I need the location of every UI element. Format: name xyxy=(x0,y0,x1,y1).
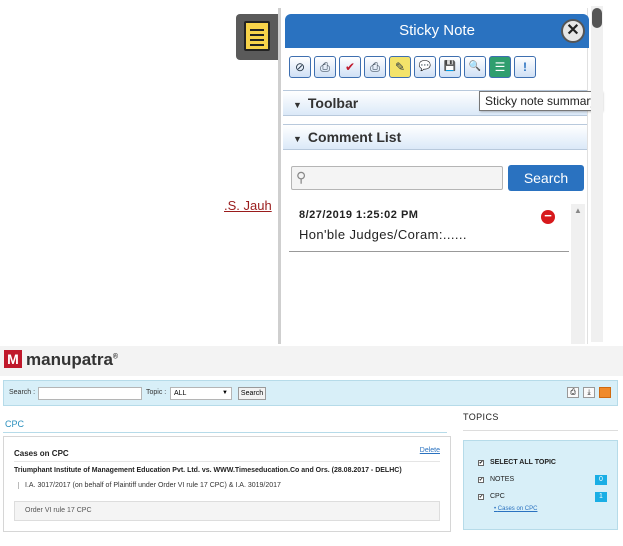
panel-header: Sticky Note ✕ xyxy=(285,14,589,48)
checkbox[interactable]: ✔ xyxy=(478,494,484,500)
comment-date: 8/27/2019 1:25:02 PM xyxy=(299,209,419,221)
save-icon[interactable]: 💾 xyxy=(439,56,461,78)
disable-icon[interactable]: ⊘ xyxy=(289,56,311,78)
background-link[interactable]: .S. Jauh xyxy=(224,198,272,213)
search-icon: ⚲ xyxy=(296,169,307,185)
chevron-down-icon: ▼ xyxy=(222,390,228,396)
topic-item-select-all[interactable]: ✔ SELECT ALL TOPIC xyxy=(478,459,556,466)
print-all-icon[interactable]: ⎙ xyxy=(364,56,386,78)
comment-item[interactable]: 8/27/2019 1:25:02 PM Hon'ble Judges/Cora… xyxy=(289,202,569,252)
case-tag: Order VI rule 17 CPC xyxy=(14,501,440,521)
highlight-icon[interactable]: ✎ xyxy=(389,56,411,78)
search-button[interactable]: Search xyxy=(508,165,584,191)
download-icon[interactable]: ⤓ xyxy=(583,387,595,398)
divider xyxy=(14,461,440,462)
divider xyxy=(463,430,618,431)
manupatra-logo-text: manupatra® xyxy=(26,350,119,369)
comment-scrollbar[interactable]: ▲ xyxy=(571,204,585,344)
comment-icon[interactable]: 💬 xyxy=(414,56,436,78)
topics-title: TOPICS xyxy=(463,412,499,422)
panel-title: Sticky Note xyxy=(399,22,475,39)
divider xyxy=(3,432,447,433)
topic-label: Topic : xyxy=(146,389,167,396)
summary-icon[interactable]: ☰ xyxy=(489,56,511,78)
delete-comment-icon[interactable]: − xyxy=(541,209,555,224)
case-card: Cases on CPC Delete Triumphant Institute… xyxy=(3,436,451,532)
topic-item-cpc[interactable]: ✔ CPC xyxy=(478,493,505,500)
scroll-up-icon[interactable]: ▲ xyxy=(574,206,582,215)
email-icon[interactable] xyxy=(599,387,611,398)
close-button[interactable]: ✕ xyxy=(561,19,585,43)
print-icon[interactable]: ⎙ xyxy=(314,56,336,78)
case-detail: I.A. 3017/2017 (on behalf of Plaintiff u… xyxy=(18,482,281,489)
topic-select[interactable]: ALL ▼ xyxy=(170,387,232,400)
topic-sub-link[interactable]: • Cases on CPC xyxy=(494,506,537,512)
search-bar: Search : Topic : ALL ▼ Search ⎙ ⤓ xyxy=(3,380,618,406)
sticky-note-icon[interactable] xyxy=(236,14,280,60)
manupatra-logo-icon: M xyxy=(4,350,22,368)
comment-search-input[interactable]: ⚲ xyxy=(291,166,503,190)
search-submit-button[interactable]: Search xyxy=(238,387,266,400)
note-paper-icon xyxy=(244,21,270,51)
topics-panel: ✔ SELECT ALL TOPIC ✔ NOTES 0 ✔ CPC 1 • Case… xyxy=(463,440,618,530)
breadcrumb[interactable]: CPC xyxy=(5,419,24,429)
count-badge: 0 xyxy=(595,475,607,485)
panel-scrollbar[interactable] xyxy=(591,6,603,342)
search-input[interactable] xyxy=(38,387,142,400)
info-icon[interactable]: ! xyxy=(514,56,536,78)
collapse-triangle-icon: ▼ xyxy=(293,134,302,144)
zoom-icon[interactable]: 🔍 xyxy=(464,56,486,78)
collapse-triangle-icon: ▼ xyxy=(293,100,302,110)
toolbar: ⊘ ⎙ ✔ ⎙ ✎ 💬 💾 🔍 ☰ ! xyxy=(289,56,536,78)
card-title: Cases on CPC xyxy=(14,449,69,458)
print-icon[interactable]: ⎙ xyxy=(567,387,579,398)
scrollbar-thumb[interactable] xyxy=(592,8,602,28)
checkbox[interactable]: ✔ xyxy=(478,460,484,466)
topic-item-notes[interactable]: ✔ NOTES xyxy=(478,476,514,483)
search-label: Search : xyxy=(9,389,36,396)
checkbox[interactable]: ✔ xyxy=(478,477,484,483)
comment-list-header[interactable]: ▼ Comment List xyxy=(283,124,587,150)
approve-icon[interactable]: ✔ xyxy=(339,56,361,78)
delete-link[interactable]: Delete xyxy=(420,447,440,454)
count-badge: 1 xyxy=(595,492,607,502)
sticky-note-panel: Sticky Note ✕ ⊘ ⎙ ✔ ⎙ ✎ 💬 💾 🔍 ☰ ! ▼ Toolb… xyxy=(278,8,589,344)
tooltip: Sticky note summary xyxy=(479,91,603,111)
manupatra-header: M manupatra® xyxy=(0,346,623,376)
comment-text: Hon'ble Judges/Coram:...... xyxy=(299,227,467,242)
case-title-link[interactable]: Triumphant Institute of Management Educa… xyxy=(14,467,402,474)
